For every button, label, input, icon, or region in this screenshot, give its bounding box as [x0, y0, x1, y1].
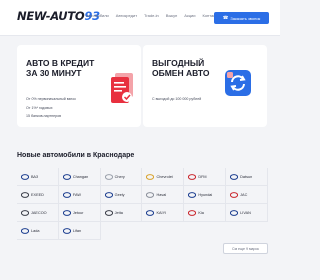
phone-icon: ☎ [222, 15, 229, 20]
brand-item[interactable]: Datsun [226, 168, 268, 186]
brand-item[interactable]: Jetta [100, 204, 143, 222]
order-call-button[interactable]: ☎ Заказать звонок [214, 12, 269, 24]
brand-name: Kia [198, 210, 204, 215]
chery-icon [104, 173, 113, 180]
exchange-arrows-icon [225, 70, 251, 96]
trade-in-promo-line: С выгодой до 100 000 рублей [152, 97, 202, 101]
credit-promo-details: От 0% первоначальный взнос От 1%* годовы… [26, 95, 76, 121]
brand-item[interactable]: JAECOO [17, 204, 59, 222]
credit-promo-line: От 1%* годовых [26, 105, 53, 110]
brand-item[interactable]: Changan [58, 168, 101, 186]
brand-name: JAC [240, 192, 248, 197]
brand-name: KAIYI [156, 210, 167, 215]
lada-boat-icon [21, 227, 29, 234]
brand-item[interactable]: Chevrolet [142, 168, 185, 186]
brand-item[interactable]: JAC [226, 186, 268, 204]
faw-icon [62, 191, 71, 198]
brand-name: Haval [156, 192, 167, 197]
trade-in-promo-details: С выгодой до 100 000 рублей [152, 95, 201, 104]
brand-item[interactable]: EXEED [17, 186, 59, 204]
nav-item-credit[interactable]: Автокредит [116, 13, 137, 18]
brand-name: JAECOO [31, 210, 47, 215]
brand-item[interactable]: Hyundai [184, 186, 227, 204]
dfm-icon [188, 173, 197, 180]
brand-name: ВАЗ [31, 174, 39, 179]
new-cars-heading: Новые автомобили в Краснодаре [17, 152, 135, 159]
brand-name: Geely [114, 192, 125, 197]
brand-grid: ВАЗ Changan Chery Chevrolet DFM Datsun EXEED FA… [17, 168, 268, 240]
kaiyi-icon [146, 209, 155, 216]
brand-name: Datsun [240, 174, 253, 179]
nav-item-buyout[interactable]: Выкуп [166, 13, 178, 18]
brand-name: LIVAN [240, 210, 251, 215]
haval-icon [146, 191, 155, 198]
order-call-label: Заказать звонок [230, 15, 261, 21]
changan-icon [62, 173, 71, 180]
brand-name: Hyundai [198, 192, 213, 197]
brand-name: Lada [31, 228, 40, 233]
brand-item[interactable]: Geely [100, 186, 143, 204]
lada-icon [21, 173, 29, 180]
brand-item[interactable]: Jetour [58, 204, 101, 222]
nav-item-promotions[interactable]: Акции [184, 13, 195, 18]
brand-item[interactable]: Lada [17, 222, 59, 240]
kia-icon [188, 209, 197, 216]
show-more-brands-button[interactable]: См еще 9 марок [223, 243, 268, 254]
main-nav: Автомобили Автокредит Trade-in Выкуп Акц… [86, 13, 220, 18]
brand-item[interactable]: Haval [142, 186, 185, 204]
site-header: NEW-AUTO93 Автомобили Автокредит Trade-i… [0, 0, 280, 36]
brand-item[interactable]: LIVAN [226, 204, 268, 222]
brand-item[interactable]: KAIYI [142, 204, 185, 222]
exeed-icon [21, 191, 29, 198]
geely-icon [104, 191, 113, 198]
trade-in-promo-title: Выгодный обмен авто [152, 58, 210, 78]
brand-name: Changan [72, 174, 89, 179]
brand-item[interactable]: Kia [184, 204, 227, 222]
lifan-icon [62, 227, 71, 234]
credit-promo-line: 15 банков-партнеров [26, 114, 62, 118]
brand-item[interactable]: ВАЗ [17, 168, 59, 186]
brand-name: EXEED [31, 192, 44, 197]
brand-name: FAW [72, 192, 81, 197]
brand-name: Chery [114, 174, 125, 179]
credit-promo-line: От 0% первоначальный взнос [26, 97, 77, 101]
brand-name: DFM [198, 174, 207, 179]
jaecoo-icon [21, 209, 29, 216]
brand-name: Lifan [72, 228, 82, 233]
chevrolet-icon [146, 173, 155, 180]
nav-item-trade-in[interactable]: Trade-in [144, 13, 159, 18]
hyundai-icon [188, 191, 197, 198]
brand-name: Chevrolet [156, 174, 173, 179]
credit-promo-card[interactable]: Авто в кредит за 30 минут От 0% первонач… [17, 45, 141, 127]
brand-item[interactable]: FAW [58, 186, 101, 204]
jetta-icon [104, 209, 113, 216]
credit-promo-title: Авто в кредит за 30 минут [26, 58, 95, 78]
datsun-icon [230, 173, 239, 180]
livan-icon [230, 209, 239, 216]
brand-item[interactable]: Lifan [58, 222, 101, 240]
brand-name: Jetta [114, 210, 123, 215]
jac-icon [230, 191, 239, 198]
brand-name: Jetour [72, 210, 84, 215]
nav-item-cars[interactable]: Автомобили [86, 13, 109, 18]
document-check-icon [111, 73, 133, 103]
brand-item[interactable]: Chery [100, 168, 143, 186]
brand-item[interactable]: DFM [184, 168, 227, 186]
jetour-icon [62, 209, 71, 216]
